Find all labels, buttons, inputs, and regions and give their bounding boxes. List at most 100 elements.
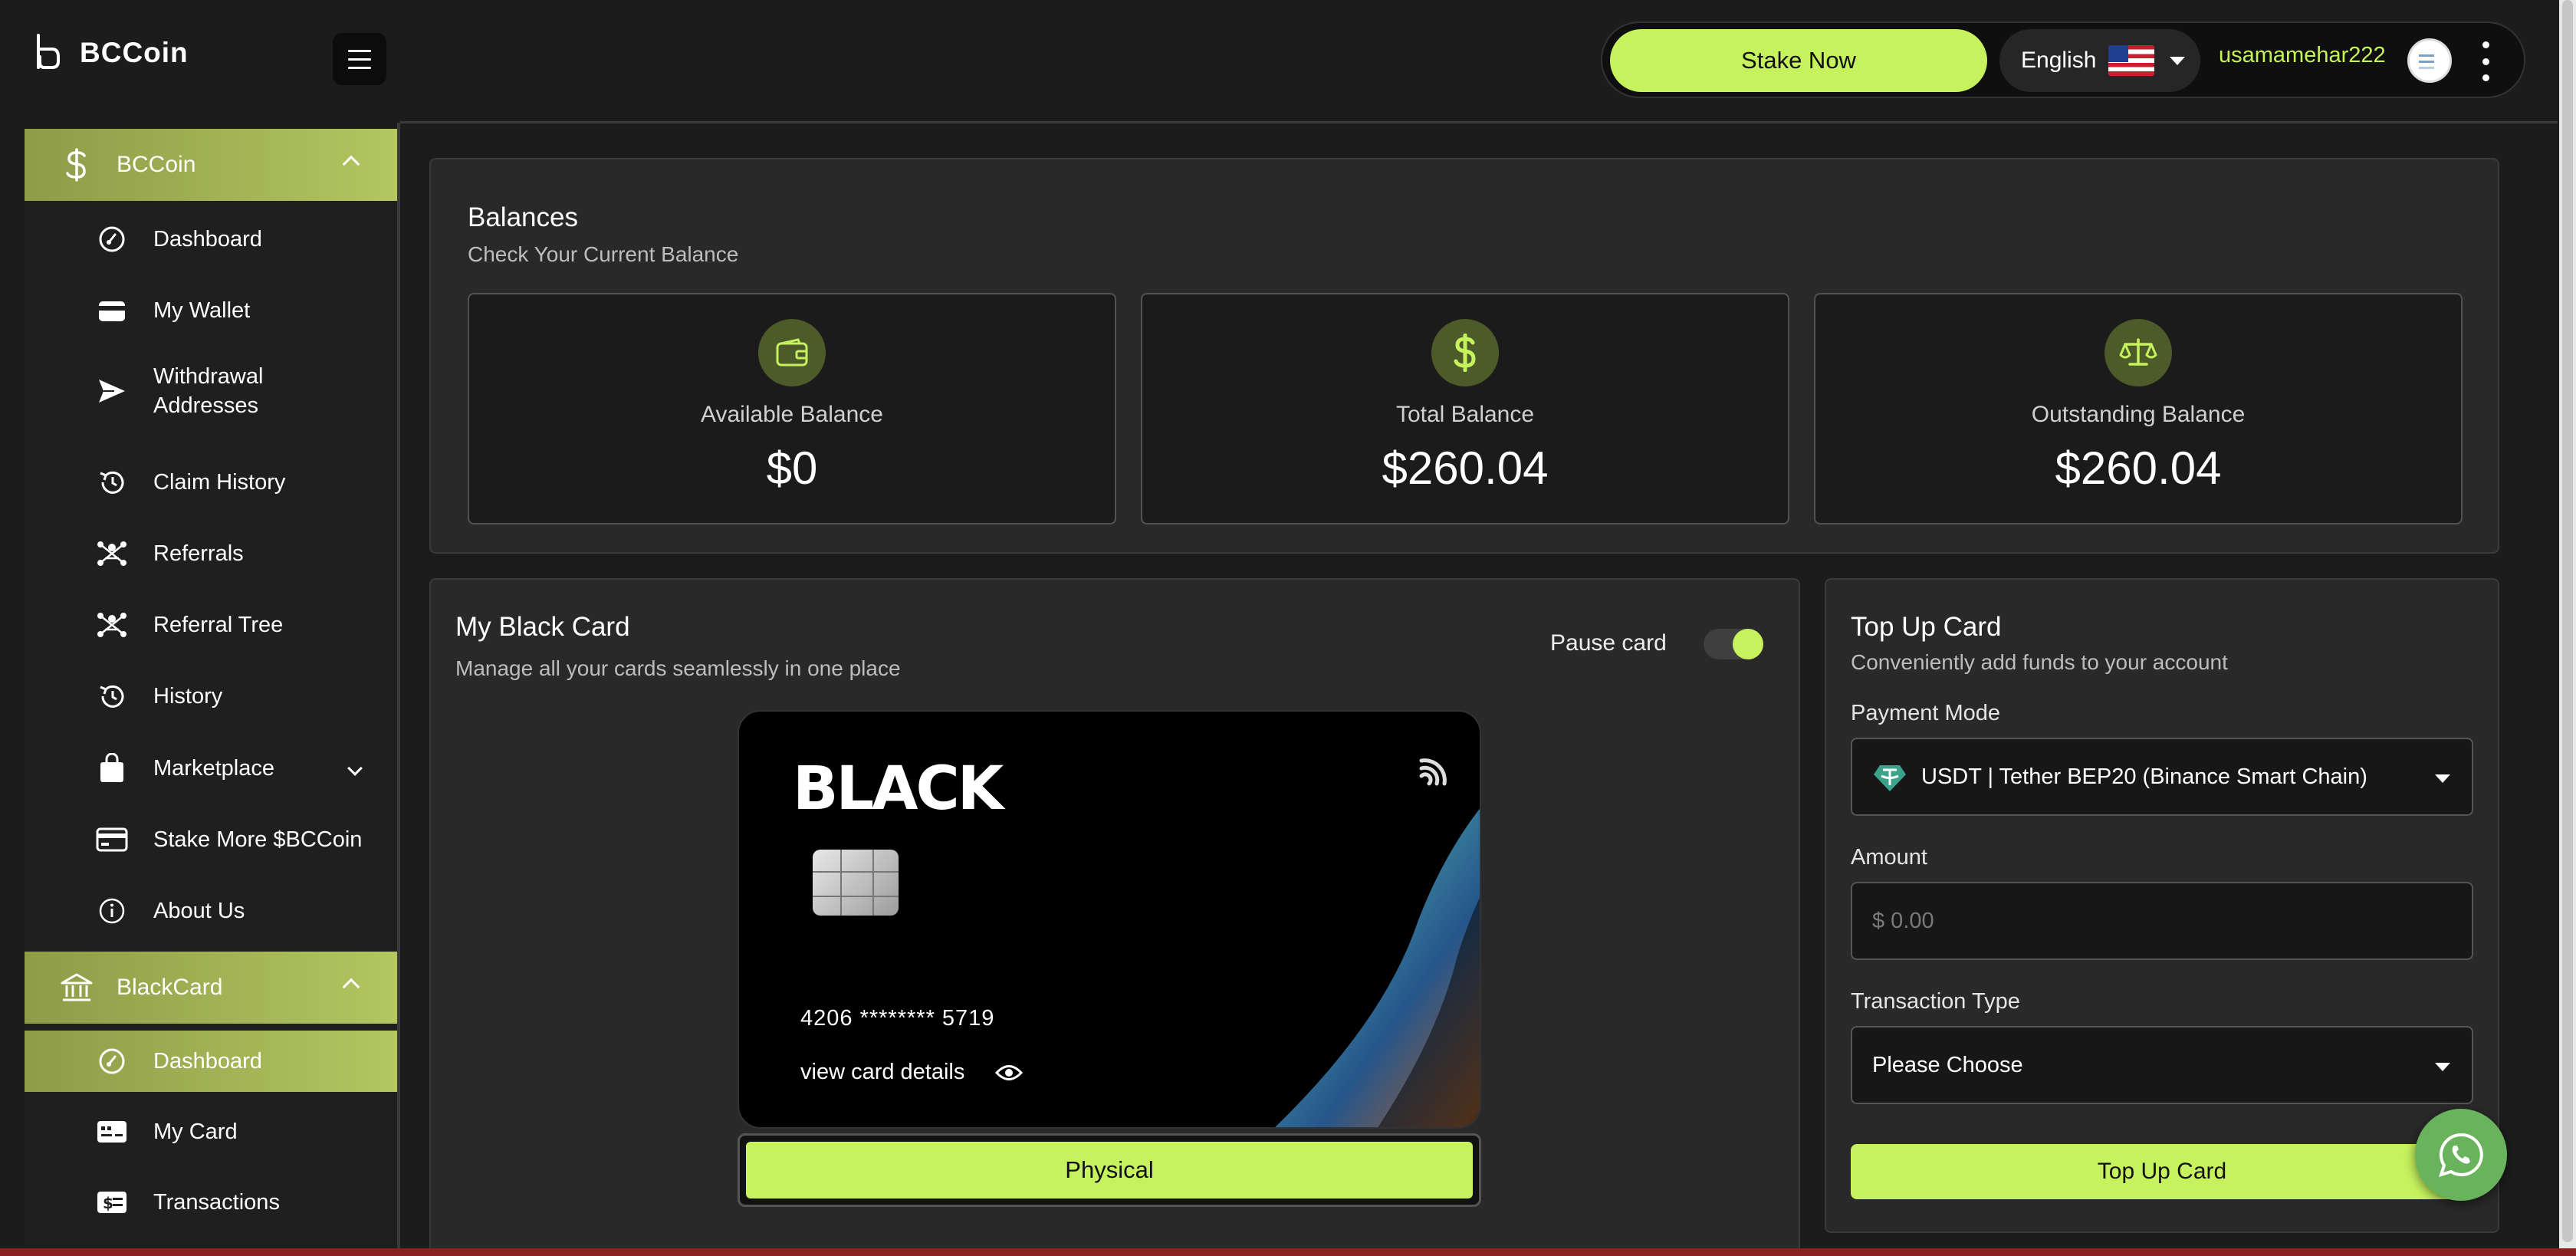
amount-input[interactable]: $ 0.00 xyxy=(1851,882,2473,960)
sidebar-item-blackcard-dashboard[interactable]: Dashboard xyxy=(25,1031,397,1092)
money-list-icon: $ xyxy=(95,1185,129,1219)
brand-logo-icon xyxy=(37,34,60,69)
dollar-icon xyxy=(1431,319,1499,386)
contactless-icon xyxy=(1419,758,1447,786)
sidebar-item-my-card[interactable]: My Card xyxy=(25,1099,397,1165)
header: BCCoin Stake Now English usamamehar222 xyxy=(0,0,2558,123)
sidebar-item-label: Dashboard xyxy=(153,227,262,252)
sidebar-item-label: About Us xyxy=(153,899,245,923)
scrollbar-thumb[interactable] xyxy=(2562,0,2573,1242)
sidebar-item-label: Stake More $BCCoin xyxy=(153,827,363,852)
sidebar-item-referral-tree[interactable]: Referral Tree xyxy=(25,592,397,658)
bank-icon xyxy=(60,971,94,1004)
available-balance-card: Available Balance $0 xyxy=(468,293,1116,524)
payment-mode-select[interactable]: USDT | Tether BEP20 (Binance Smart Chain… xyxy=(1851,738,2473,816)
sidebar-item-label: Transactions xyxy=(153,1190,280,1215)
total-balance-card: Total Balance $260.04 xyxy=(1141,293,1789,524)
sidebar-item-my-wallet[interactable]: My Wallet xyxy=(25,278,397,344)
credit-card-icon xyxy=(95,823,129,857)
sidebar-section-label: BCCoin xyxy=(117,152,196,177)
menu-toggle-button[interactable] xyxy=(333,33,386,85)
chevron-up-icon xyxy=(342,155,360,173)
history-icon xyxy=(95,679,129,713)
whatsapp-chat-button[interactable] xyxy=(2415,1109,2507,1201)
balances-panel: Balances Check Your Current Balance Avai… xyxy=(429,158,2499,554)
sidebar-item-label: Withdrawal Addresses xyxy=(153,364,264,418)
sidebar-item-withdrawal-addresses[interactable]: Withdrawal Addresses xyxy=(25,348,397,434)
chevron-up-icon xyxy=(342,978,360,996)
language-label: English xyxy=(2021,48,2097,73)
balances-subtitle: Check Your Current Balance xyxy=(468,242,739,266)
sidebar-item-label: Claim History xyxy=(153,470,286,495)
transaction-type-value: Please Choose xyxy=(1872,1052,2023,1077)
sidebar-divider xyxy=(397,123,400,1256)
username[interactable]: usamamehar222 xyxy=(2219,43,2386,68)
info-icon xyxy=(95,894,129,928)
us-flag-icon xyxy=(2108,45,2155,76)
pause-card-toggle[interactable] xyxy=(1704,629,1763,659)
top-up-title: Top Up Card xyxy=(1851,612,2002,642)
balance-value: $0 xyxy=(766,442,818,494)
avatar[interactable] xyxy=(2407,38,2452,83)
payment-mode-label: Payment Mode xyxy=(1851,701,2001,725)
sidebar-section-bccoin[interactable]: BCCoin xyxy=(25,129,397,201)
card-type-selector: Physical xyxy=(738,1133,1481,1207)
amount-label: Amount xyxy=(1851,845,1927,870)
top-up-subtitle: Conveniently add funds to your account xyxy=(1851,650,2228,674)
transaction-type-select[interactable]: Please Choose xyxy=(1851,1026,2473,1104)
caret-down-icon xyxy=(2435,774,2450,783)
whatsapp-icon xyxy=(2438,1133,2483,1178)
sidebar-item-label: Dashboard xyxy=(153,1049,262,1074)
black-card-panel: My Black Card Manage all your cards seam… xyxy=(429,578,1800,1256)
sidebar-item-label: Referral Tree xyxy=(153,613,284,637)
transaction-type-label: Transaction Type xyxy=(1851,989,2020,1014)
card-wave-decoration xyxy=(1275,808,1480,1127)
hamburger-icon xyxy=(348,49,371,52)
sidebar-item-label: Referrals xyxy=(153,541,244,566)
sidebar-item-marketplace[interactable]: Marketplace xyxy=(25,735,397,801)
brand-logo[interactable]: BCCoin xyxy=(32,32,189,74)
more-options-button[interactable] xyxy=(2478,38,2493,84)
view-card-details-link[interactable]: view card details xyxy=(800,1060,1024,1085)
card-brand-logo: BLACK xyxy=(793,755,1004,824)
language-selector[interactable]: English xyxy=(1999,29,2200,92)
kebab-icon xyxy=(2482,41,2489,48)
black-card-subtitle: Manage all your cards seamlessly in one … xyxy=(455,656,901,680)
network-icon xyxy=(95,537,129,570)
stake-now-button[interactable]: Stake Now xyxy=(1610,29,1987,92)
amount-placeholder: $ 0.00 xyxy=(1872,908,1934,933)
header-divider xyxy=(400,121,2558,123)
sidebar-item-label: History xyxy=(153,684,223,709)
sidebar-item-referrals[interactable]: Referrals xyxy=(25,521,397,587)
sidebar-item-transactions[interactable]: $ Transactions xyxy=(25,1169,397,1235)
sidebar-item-about-us[interactable]: About Us xyxy=(25,878,397,944)
physical-card-button[interactable]: Physical xyxy=(746,1142,1473,1198)
id-card-icon xyxy=(95,1115,129,1149)
history-icon xyxy=(95,465,129,499)
scale-icon xyxy=(2104,319,2172,386)
caret-down-icon xyxy=(2170,56,2186,65)
send-icon xyxy=(95,374,129,408)
svg-text:$: $ xyxy=(103,1194,113,1212)
app-root: BCCoin Stake Now English usamamehar222 B… xyxy=(0,0,2576,1256)
caret-down-icon xyxy=(2435,1063,2450,1071)
eye-icon[interactable] xyxy=(995,1063,1024,1083)
sidebar-item-history[interactable]: History xyxy=(25,663,397,729)
sidebar-item-label: My Card xyxy=(153,1120,238,1144)
top-up-card-button[interactable]: Top Up Card xyxy=(1851,1144,2473,1199)
toggle-knob xyxy=(1733,629,1763,659)
pause-card-label: Pause card xyxy=(1550,630,1667,656)
balance-label: Outstanding Balance xyxy=(2031,402,2246,427)
tether-icon xyxy=(1874,765,1906,791)
balance-label: Available Balance xyxy=(701,402,883,427)
view-card-details-label: view card details xyxy=(800,1060,965,1084)
sidebar-item-stake-more[interactable]: Stake More $BCCoin xyxy=(25,807,397,873)
chevron-down-icon xyxy=(347,761,363,776)
sidebar-item-dashboard[interactable]: Dashboard xyxy=(25,206,397,272)
sidebar-item-claim-history[interactable]: Claim History xyxy=(25,449,397,515)
dollar-icon xyxy=(60,148,94,182)
sidebar-section-blackcard[interactable]: BlackCard xyxy=(25,952,397,1024)
sidebar-item-label: My Wallet xyxy=(153,298,251,323)
payment-mode-value: USDT | Tether BEP20 (Binance Smart Chain… xyxy=(1921,764,2367,789)
balances-title: Balances xyxy=(468,202,578,232)
